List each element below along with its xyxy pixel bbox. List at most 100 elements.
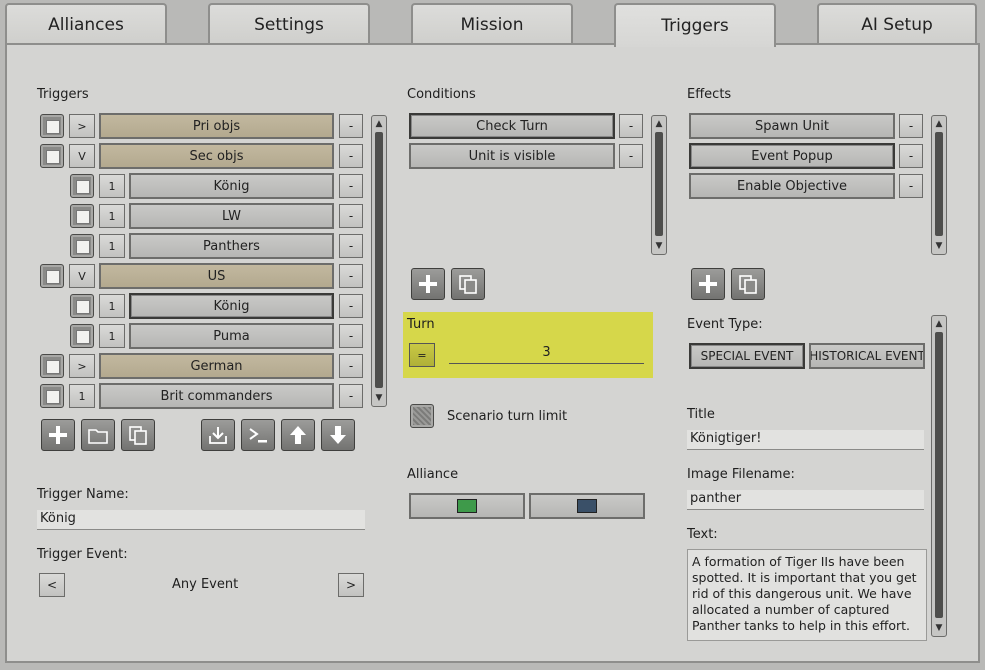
copy-icon: [739, 275, 757, 294]
trigger-expand-toggle[interactable]: >: [69, 114, 95, 138]
trigger-expand-toggle[interactable]: 1: [99, 324, 125, 348]
scroll-down-icon[interactable]: ▼: [372, 391, 386, 405]
alliance-button-2[interactable]: [529, 493, 645, 519]
trigger-checkbox[interactable]: [70, 324, 94, 348]
effect-item[interactable]: Spawn Unit: [689, 113, 895, 139]
trigger-item[interactable]: Puma: [129, 323, 334, 349]
turn-operator-button[interactable]: =: [409, 343, 435, 367]
remove-trigger-button[interactable]: -: [339, 294, 363, 318]
scroll-down-icon[interactable]: ▼: [932, 621, 946, 635]
scroll-up-icon[interactable]: ▲: [932, 317, 946, 331]
remove-trigger-button[interactable]: -: [339, 144, 363, 168]
title-input[interactable]: Königtiger!: [687, 430, 924, 450]
add-folder-button[interactable]: [81, 419, 115, 451]
trigger-expand-toggle[interactable]: V: [69, 144, 95, 168]
trigger-expand-toggle[interactable]: 1: [99, 294, 125, 318]
image-filename-input[interactable]: panther: [687, 490, 924, 510]
plus-icon: [419, 275, 437, 293]
folder-icon: [88, 429, 108, 444]
trigger-checkbox[interactable]: [40, 384, 64, 408]
trigger-expand-toggle[interactable]: V: [69, 264, 95, 288]
add-effect-button[interactable]: [691, 268, 725, 300]
add-condition-button[interactable]: [411, 268, 445, 300]
remove-trigger-button[interactable]: -: [339, 354, 363, 378]
remove-trigger-button[interactable]: -: [339, 114, 363, 138]
special-event-button[interactable]: SPECIAL EVENT: [689, 343, 805, 369]
remove-trigger-button[interactable]: -: [339, 384, 363, 408]
scroll-thumb[interactable]: [375, 132, 383, 388]
add-trigger-button[interactable]: [41, 419, 75, 451]
trigger-checkbox[interactable]: [40, 354, 64, 378]
remove-effect-button[interactable]: -: [899, 114, 923, 138]
trigger-checkbox[interactable]: [40, 144, 64, 168]
move-down-button[interactable]: [321, 419, 355, 451]
trigger-item[interactable]: König: [129, 173, 334, 199]
copy-trigger-button[interactable]: [121, 419, 155, 451]
remove-trigger-button[interactable]: -: [339, 264, 363, 288]
turn-label: Turn: [407, 317, 435, 332]
trigger-item[interactable]: König: [129, 293, 334, 319]
move-up-button[interactable]: [281, 419, 315, 451]
effects-scrollbar[interactable]: ▲ ▼: [931, 115, 947, 255]
remove-trigger-button[interactable]: -: [339, 204, 363, 228]
trigger-expand-toggle[interactable]: >: [69, 354, 95, 378]
text-label: Text:: [687, 527, 718, 542]
remove-trigger-button[interactable]: -: [339, 234, 363, 258]
scroll-thumb[interactable]: [655, 132, 663, 236]
copy-icon: [459, 275, 477, 294]
scroll-up-icon[interactable]: ▲: [652, 117, 666, 131]
remove-condition-button[interactable]: -: [619, 144, 643, 168]
effect-item[interactable]: Enable Objective: [689, 173, 895, 199]
trigger-item[interactable]: Pri objs: [99, 113, 334, 139]
scroll-down-icon[interactable]: ▼: [652, 239, 666, 253]
trigger-item[interactable]: US: [99, 263, 334, 289]
conditions-scrollbar[interactable]: ▲ ▼: [651, 115, 667, 255]
condition-item[interactable]: Check Turn: [409, 113, 615, 139]
scroll-thumb[interactable]: [935, 332, 943, 618]
event-next-button[interactable]: >: [338, 573, 364, 597]
alliance-button-1[interactable]: [409, 493, 525, 519]
scroll-up-icon[interactable]: ▲: [372, 117, 386, 131]
triggers-heading: Triggers: [37, 87, 89, 102]
trigger-expand-toggle[interactable]: 1: [69, 384, 95, 408]
trigger-item[interactable]: German: [99, 353, 334, 379]
effect-details-scrollbar[interactable]: ▲ ▼: [931, 315, 947, 637]
title-label: Title: [687, 407, 715, 422]
turn-value-input[interactable]: 3: [449, 344, 644, 364]
trigger-checkbox[interactable]: [70, 234, 94, 258]
remove-effect-button[interactable]: -: [899, 144, 923, 168]
scenario-turn-limit-label: Scenario turn limit: [447, 409, 568, 424]
remove-trigger-button[interactable]: -: [339, 324, 363, 348]
trigger-checkbox[interactable]: [40, 264, 64, 288]
scroll-down-icon[interactable]: ▼: [932, 239, 946, 253]
trigger-list-scrollbar[interactable]: ▲ ▼: [371, 115, 387, 407]
remove-effect-button[interactable]: -: [899, 174, 923, 198]
trigger-name-label: Trigger Name:: [37, 487, 129, 502]
trigger-checkbox[interactable]: [70, 294, 94, 318]
trigger-item[interactable]: Panthers: [129, 233, 334, 259]
trigger-checkbox[interactable]: [70, 204, 94, 228]
import-trigger-button[interactable]: [201, 419, 235, 451]
historical-event-button[interactable]: HISTORICAL EVENT: [809, 343, 925, 369]
event-prev-button[interactable]: <: [39, 573, 65, 597]
event-text-area[interactable]: A formation of Tiger IIs have been spott…: [687, 549, 927, 641]
trigger-item[interactable]: Sec objs: [99, 143, 334, 169]
trigger-expand-toggle[interactable]: 1: [99, 234, 125, 258]
trigger-item[interactable]: LW: [129, 203, 334, 229]
script-trigger-button[interactable]: [241, 419, 275, 451]
copy-effect-button[interactable]: [731, 268, 765, 300]
scroll-thumb[interactable]: [935, 132, 943, 236]
remove-trigger-button[interactable]: -: [339, 174, 363, 198]
trigger-item[interactable]: Brit commanders: [99, 383, 334, 409]
scroll-up-icon[interactable]: ▲: [932, 117, 946, 131]
scenario-turn-limit-checkbox[interactable]: [410, 404, 434, 428]
trigger-checkbox[interactable]: [40, 114, 64, 138]
remove-condition-button[interactable]: -: [619, 114, 643, 138]
trigger-name-input[interactable]: König: [37, 510, 365, 530]
trigger-expand-toggle[interactable]: 1: [99, 174, 125, 198]
condition-item[interactable]: Unit is visible: [409, 143, 615, 169]
copy-condition-button[interactable]: [451, 268, 485, 300]
effect-item[interactable]: Event Popup: [689, 143, 895, 169]
trigger-checkbox[interactable]: [70, 174, 94, 198]
trigger-expand-toggle[interactable]: 1: [99, 204, 125, 228]
